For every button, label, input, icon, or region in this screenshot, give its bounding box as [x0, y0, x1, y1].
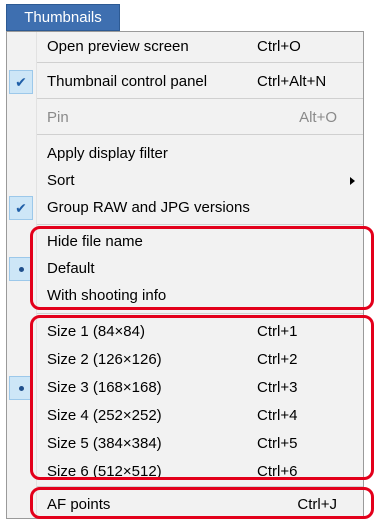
menu-item-label: AF points [47, 496, 111, 513]
menu-separator [37, 313, 363, 314]
menu-item-size-2[interactable]: Size 2 (126×126) Ctrl+2 [7, 347, 363, 373]
thumbnails-dropdown-menu: Open preview screen Ctrl+O ✔ Thumbnail c… [6, 31, 364, 519]
menu-separator [37, 486, 363, 487]
menu-item-shortcut: Ctrl+1 [257, 323, 298, 340]
menu-item-shortcut: Ctrl+O [257, 38, 301, 55]
menu-item-label: Size 2 (126×126) [47, 351, 162, 368]
menu-item-label: Size 4 (252×252) [47, 407, 162, 424]
menu-item-default[interactable]: Default [7, 256, 363, 282]
menu-item-label: Size 6 (512×512) [47, 463, 162, 480]
menu-item-size-6[interactable]: Size 6 (512×512) Ctrl+6 [7, 459, 363, 485]
menu-item-size-1[interactable]: Size 1 (84×84) Ctrl+1 [7, 319, 363, 345]
menu-item-shortcut: Ctrl+5 [257, 435, 298, 452]
menu-item-shortcut: Ctrl+6 [257, 463, 298, 480]
menu-separator [37, 62, 363, 63]
menu-item-label: Size 1 (84×84) [47, 323, 145, 340]
submenu-arrow-icon [350, 177, 355, 185]
menu-item-label: Group RAW and JPG versions [47, 199, 250, 216]
menu-item-pin[interactable]: Pin Alt+O [7, 105, 363, 131]
menu-item-label: Apply display filter [47, 145, 168, 162]
menu-item-shortcut: Ctrl+2 [257, 351, 298, 368]
menu-item-hide-file-name[interactable]: Hide file name [7, 229, 363, 255]
menu-item-label: Size 5 (384×384) [47, 435, 162, 452]
menu-item-label: Open preview screen [47, 38, 189, 55]
menu-title-thumbnails[interactable]: Thumbnails [6, 4, 120, 31]
menu-item-shortcut: Ctrl+3 [257, 379, 298, 396]
menu-item-shortcut: Ctrl+J [297, 496, 337, 513]
menu-item-shortcut: Ctrl+4 [257, 407, 298, 424]
menu-item-size-3[interactable]: Size 3 (168×168) Ctrl+3 [7, 375, 363, 401]
menu-item-af-points[interactable]: AF points Ctrl+J [7, 492, 363, 518]
menu-separator [37, 98, 363, 99]
radio-bullet-icon [9, 376, 33, 400]
menu-item-with-shooting-info[interactable]: With shooting info [7, 283, 363, 309]
menu-item-shortcut: Ctrl+Alt+N [257, 73, 327, 90]
menu-separator [37, 224, 363, 225]
menu-item-open-preview[interactable]: Open preview screen Ctrl+O [7, 34, 363, 60]
menu-item-label: Size 3 (168×168) [47, 379, 162, 396]
menu-item-sort[interactable]: Sort [7, 168, 363, 194]
menu-item-group-raw-jpg[interactable]: ✔ Group RAW and JPG versions [7, 195, 363, 221]
menu-item-label: With shooting info [47, 287, 167, 304]
menu-separator [37, 134, 363, 135]
menu-item-shortcut: Alt+O [299, 109, 337, 126]
menu-item-size-4[interactable]: Size 4 (252×252) Ctrl+4 [7, 403, 363, 429]
checkmark-icon: ✔ [9, 70, 33, 94]
menu-item-label: Hide file name [47, 233, 143, 250]
radio-bullet-icon [9, 257, 33, 281]
checkmark-icon: ✔ [9, 196, 33, 220]
menu-item-label: Thumbnail control panel [47, 73, 208, 90]
menu-item-label: Default [47, 260, 95, 277]
menu-item-label: Pin [47, 109, 69, 126]
menu-item-label: Sort [47, 172, 75, 189]
menu-item-thumbnail-control-panel[interactable]: ✔ Thumbnail control panel Ctrl+Alt+N [7, 69, 363, 95]
menu-item-size-5[interactable]: Size 5 (384×384) Ctrl+5 [7, 431, 363, 457]
menu-item-apply-display-filter[interactable]: Apply display filter [7, 141, 363, 167]
